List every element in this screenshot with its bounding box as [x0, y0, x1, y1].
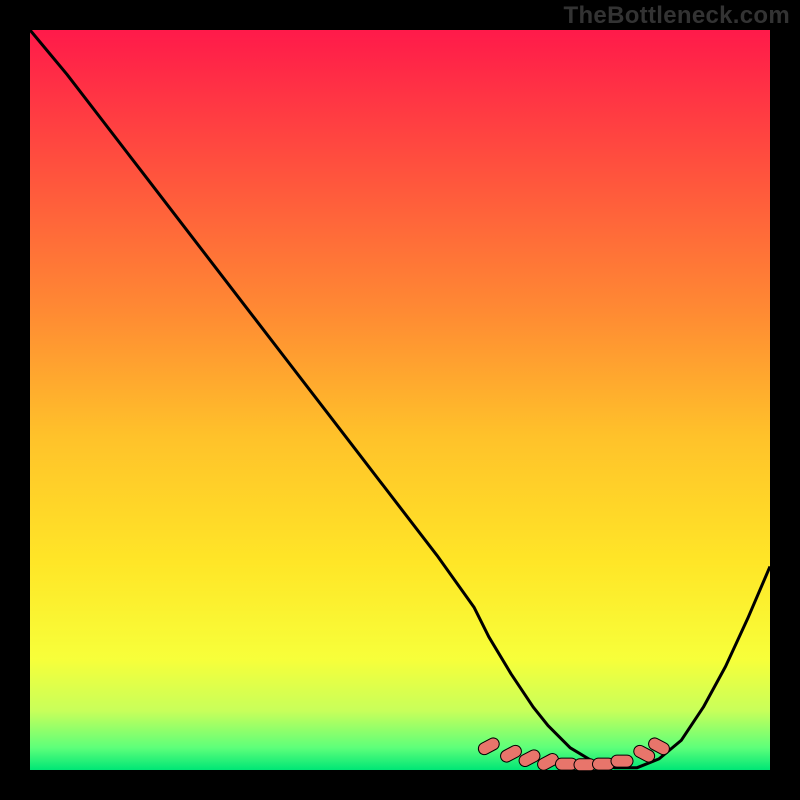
bottleneck-chart [0, 0, 800, 800]
chart-container: TheBottleneck.com [0, 0, 800, 800]
gradient-background [30, 30, 770, 770]
optimal-marker [611, 755, 633, 767]
watermark-label: TheBottleneck.com [564, 2, 790, 30]
